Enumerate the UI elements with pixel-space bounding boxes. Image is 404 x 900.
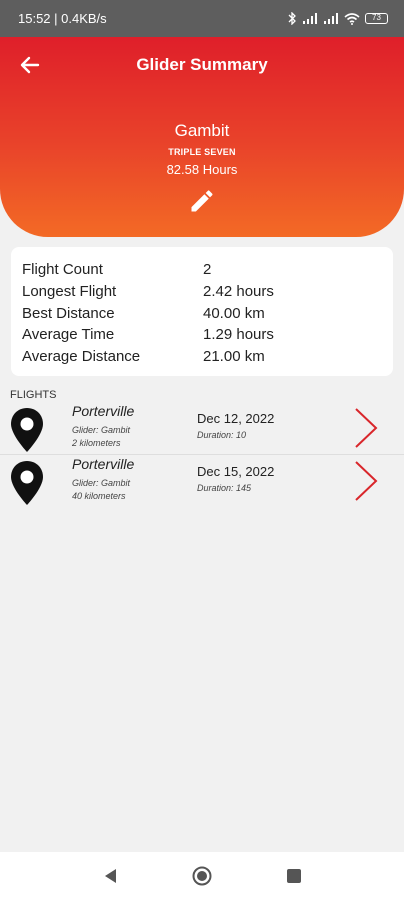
flight-duration: Duration: 145 [197,483,252,493]
status-icons: 73 [287,12,388,25]
page-title: Glider Summary [136,55,268,74]
stat-row: Longest Flight 2.42 hours [22,281,383,303]
stat-value: 21.00 km [203,348,265,366]
stat-label: Longest Flight [22,283,117,301]
stat-value: 40.00 km [203,304,265,322]
glider-model: TRIPLE SEVEN [168,147,236,157]
home-circle-icon[interactable] [191,865,213,887]
stat-row: Average Distance 21.00 km [22,346,383,368]
stat-row: Best Distance 40.00 km [22,302,383,324]
battery-level: 73 [372,13,381,22]
back-triangle-icon[interactable] [100,865,122,887]
signal-icon-2 [324,12,338,24]
pencil-icon[interactable] [188,187,216,215]
flight-site: Porterville [72,456,135,472]
stats-card: Flight Count 2 Longest Flight 2.42 hours… [11,247,393,376]
flight-list-item[interactable]: Porterville Glider: Gambit 40 kilometers… [0,456,404,508]
flights-section-label: FLIGHTS [10,389,57,401]
stat-label: Average Time [22,326,115,344]
flight-date: Dec 15, 2022 [197,464,275,479]
stat-label: Average Distance [22,348,141,366]
chevron-right-icon[interactable] [351,459,381,503]
stat-row: Flight Count 2 [22,259,383,281]
stat-label: Flight Count [22,261,103,279]
glider-name: Gambit [174,121,230,140]
flight-date: Dec 12, 2022 [197,411,275,426]
header: Glider Summary Gambit TRIPLE SEVEN 82.58… [0,37,404,237]
flight-glider: Glider: Gambit [72,478,131,488]
stat-value: 1.29 hours [203,326,274,344]
status-time: 15:52 | 0.4KB/s [18,11,107,26]
status-bar: 15:52 | 0.4KB/s 73 [0,0,404,37]
wifi-icon [344,12,360,25]
flight-site: Porterville [72,403,135,419]
map-pin-icon [11,461,43,505]
stat-value: 2.42 hours [203,283,274,301]
glider-total-hours: 82.58 Hours [166,162,238,177]
flight-distance: 2 kilometers [72,438,121,448]
stat-label: Best Distance [22,304,115,322]
map-pin-icon [11,408,43,452]
stat-value: 2 [203,261,212,279]
recents-square-icon[interactable] [283,865,305,887]
battery-icon: 73 [365,13,388,24]
bluetooth-icon [288,12,296,25]
flight-list-item[interactable]: Porterville Glider: Gambit 2 kilometers … [0,403,404,455]
flight-glider: Glider: Gambit [72,425,131,435]
stat-row: Average Time 1.29 hours [22,324,383,346]
flight-duration: Duration: 10 [197,430,247,440]
signal-icon [303,12,317,24]
system-nav-bar [0,852,404,900]
flight-distance: 40 kilometers [72,491,126,501]
chevron-right-icon[interactable] [351,406,381,450]
